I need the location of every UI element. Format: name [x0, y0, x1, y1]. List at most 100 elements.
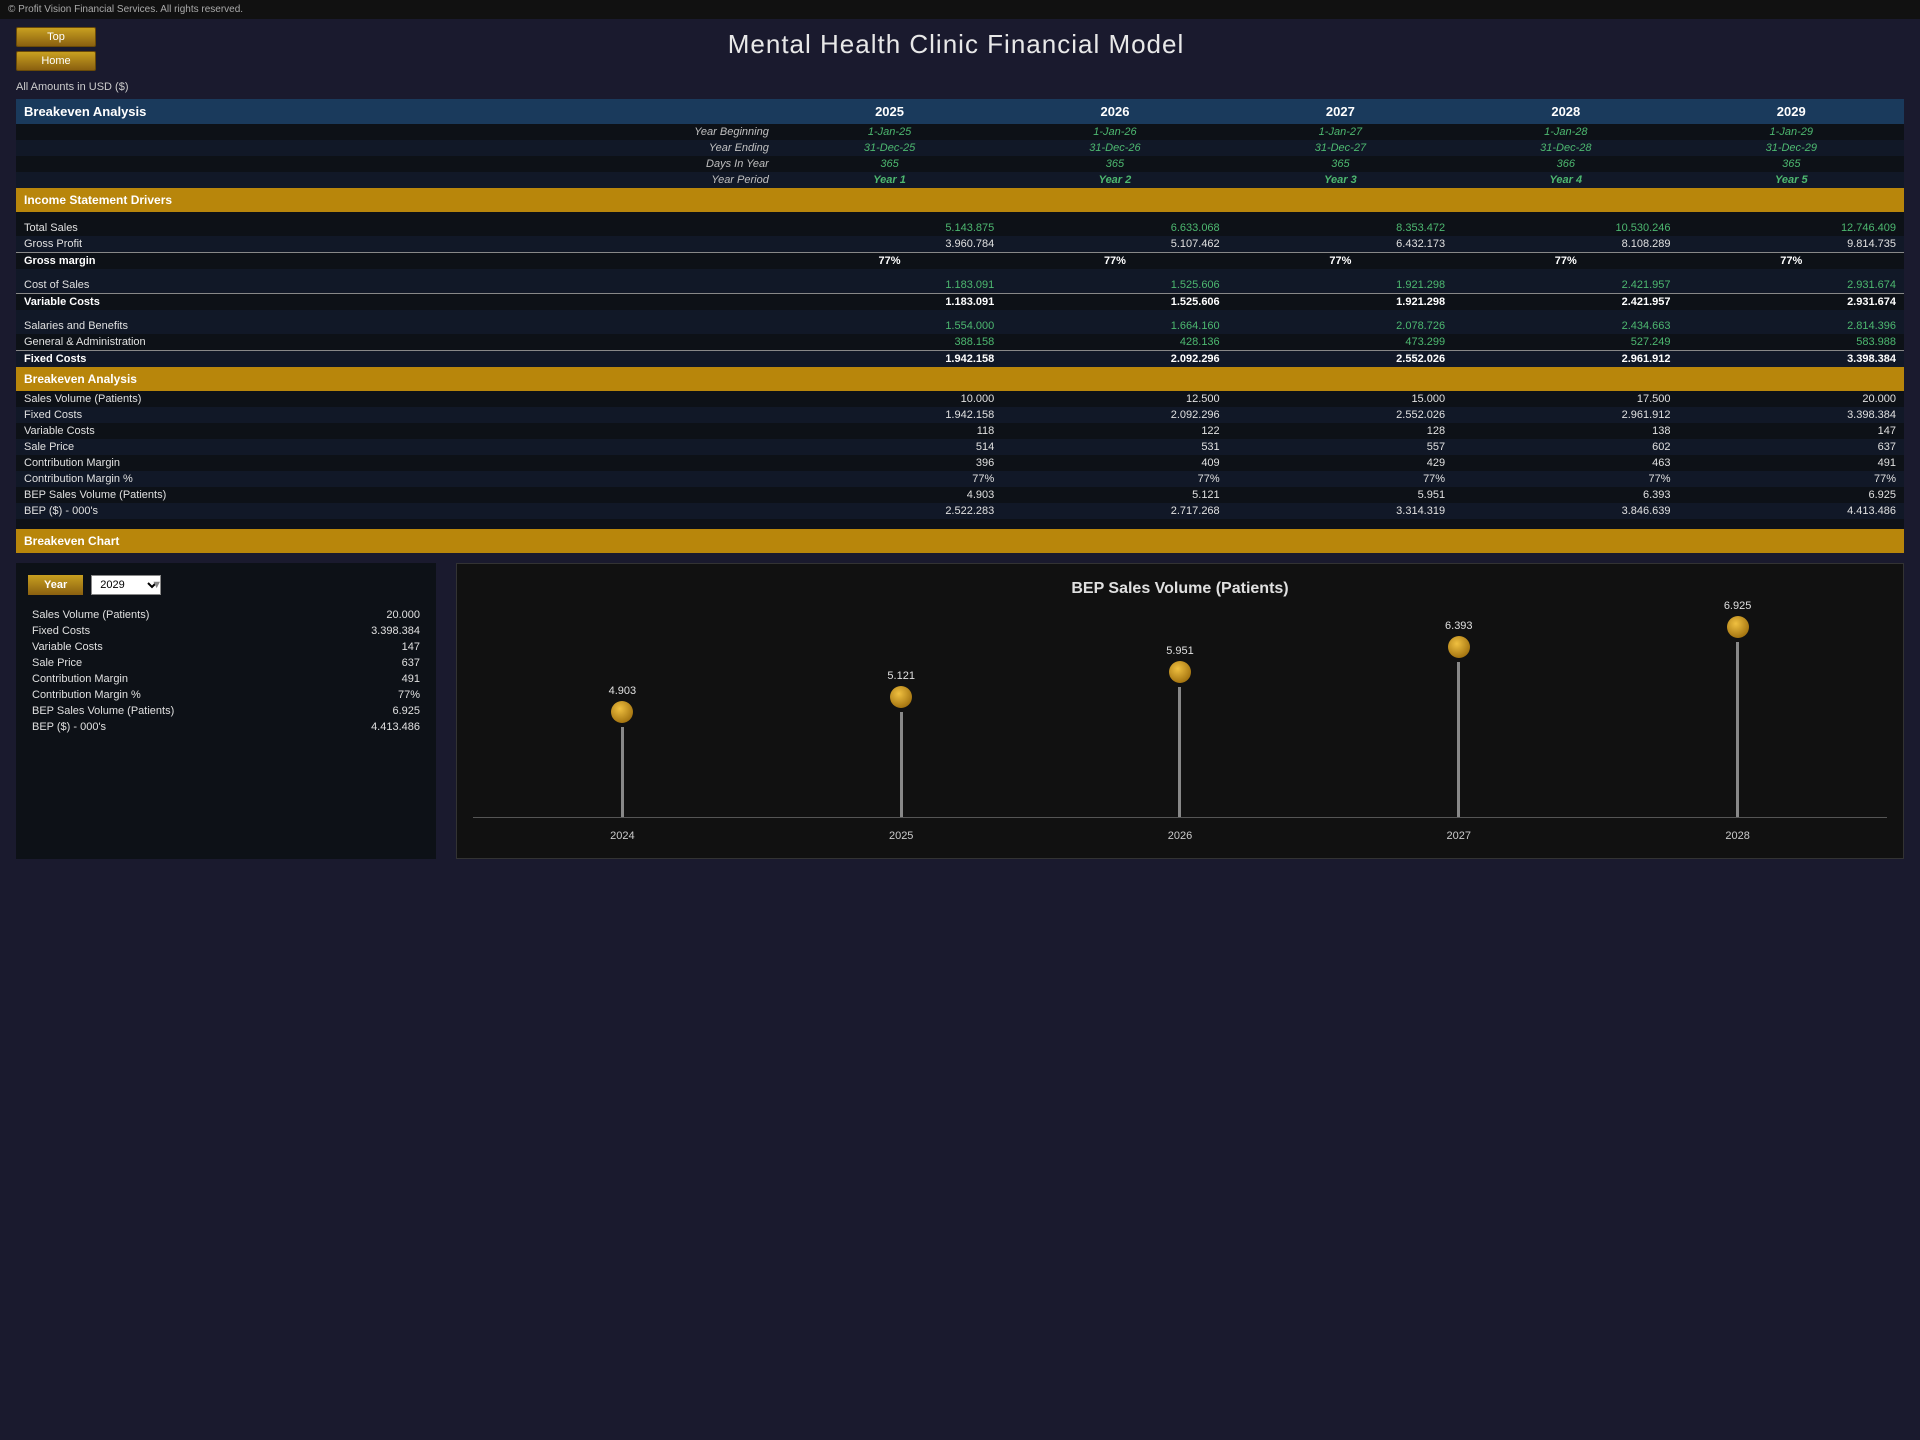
bep-dollar-2029: 4.413.486 [1679, 503, 1904, 519]
year-period-label: Year Period [16, 172, 777, 188]
cl-sp-label: Sale Price [28, 655, 315, 671]
bar-dot [1169, 661, 1191, 683]
breakeven-analysis-label: Breakeven Analysis [16, 367, 1904, 391]
bar-group: 6.925 [1724, 600, 1752, 817]
top-button[interactable]: Top [16, 27, 96, 47]
fixed-costs-2027: 2.552.026 [1228, 351, 1453, 368]
cl-fc-val: 3.398.384 [315, 623, 424, 639]
bep-sp-2026: 531 [1002, 439, 1227, 455]
cl-cm-val: 491 [315, 671, 424, 687]
year-ending-2029: 31-Dec-29 [1679, 140, 1904, 156]
salaries-2029: 2.814.396 [1679, 318, 1904, 334]
breakeven-header-label: Breakeven Analysis [16, 99, 777, 124]
chart-title: BEP Sales Volume (Patients) [473, 580, 1887, 598]
bep-dollar-row: BEP ($) - 000's 2.522.283 2.717.268 3.31… [16, 503, 1904, 519]
bar-value: 4.903 [609, 685, 637, 697]
cl-sp-val: 637 [315, 655, 424, 671]
salaries-2027: 2.078.726 [1228, 318, 1453, 334]
col-2026: 2026 [1002, 99, 1227, 124]
bep-vc-2029: 147 [1679, 423, 1904, 439]
year-ending-row: Year Ending 31-Dec-25 31-Dec-26 31-Dec-2… [16, 140, 1904, 156]
days-2025: 365 [777, 156, 1002, 172]
bar-chart: 4.9035.1215.9516.3936.925 [473, 618, 1887, 818]
bep-variable-costs-row: Variable Costs 118 122 128 138 147 [16, 423, 1904, 439]
period-2028: Year 4 [1453, 172, 1678, 188]
bep-svp-2026: 5.121 [1002, 487, 1227, 503]
bep-dollar-2026: 2.717.268 [1002, 503, 1227, 519]
fixed-costs-2025: 1.942.158 [777, 351, 1002, 368]
variable-costs-2026: 1.525.606 [1002, 294, 1227, 311]
gross-margin-2028: 77% [1453, 253, 1678, 270]
year-period-row: Year Period Year 1 Year 2 Year 3 Year 4 … [16, 172, 1904, 188]
variable-costs-2027: 1.921.298 [1228, 294, 1453, 311]
bep-sp-2028: 602 [1453, 439, 1678, 455]
spacer2 [16, 310, 1904, 318]
fixed-costs-2026: 2.092.296 [1002, 351, 1227, 368]
gross-margin-row: Gross margin 77% 77% 77% 77% 77% [16, 253, 1904, 270]
bep-sv-2029: 20.000 [1679, 391, 1904, 407]
bar-stem [900, 712, 903, 817]
bep-cm-2026: 409 [1002, 455, 1227, 471]
cost-of-sales-label: Cost of Sales [16, 277, 777, 294]
bep-fc-2027: 2.552.026 [1228, 407, 1453, 423]
cl-sv-label: Sales Volume (Patients) [28, 607, 315, 623]
cl-vc-val: 147 [315, 639, 424, 655]
variable-costs-label: Variable Costs [16, 294, 777, 311]
salaries-2026: 1.664.160 [1002, 318, 1227, 334]
year-ending-2028: 31-Dec-28 [1453, 140, 1678, 156]
bar-label: 2026 [1168, 830, 1192, 842]
chart-left-table: Sales Volume (Patients) 20.000 Fixed Cos… [28, 607, 424, 735]
income-header-label: Income Statement Drivers [16, 188, 1904, 212]
page-title: Mental Health Clinic Financial Model [112, 19, 1800, 64]
general-admin-label: General & Administration [16, 334, 777, 351]
period-2027: Year 3 [1228, 172, 1453, 188]
chart-right-panel: BEP Sales Volume (Patients) 4.903 5.121 5.… [456, 563, 1904, 859]
bep-svp-2027: 5.951 [1228, 487, 1453, 503]
year-label-button[interactable]: Year [28, 575, 83, 595]
bep-cm-2025: 396 [777, 455, 1002, 471]
cl-contribution-margin-pct-row: Contribution Margin % 77% [28, 687, 424, 703]
bep-sales-volume-row: Sales Volume (Patients) 10.000 12.500 15… [16, 391, 1904, 407]
bar-value: 5.121 [887, 670, 915, 682]
bep-fc-2029: 3.398.384 [1679, 407, 1904, 423]
bep-cm-label: Contribution Margin [16, 455, 777, 471]
gross-profit-2028: 8.108.289 [1453, 236, 1678, 253]
home-button[interactable]: Home [16, 51, 96, 71]
bep-contribution-margin-pct-row: Contribution Margin % 77% 77% 77% 77% 77… [16, 471, 1904, 487]
year-beginning-2027: 1-Jan-27 [1228, 124, 1453, 140]
bar-labels-row: 20242025202620272028 [473, 826, 1887, 842]
bep-sv-2028: 17.500 [1453, 391, 1678, 407]
year-beginning-2028: 1-Jan-28 [1453, 124, 1678, 140]
bar-dot [890, 686, 912, 708]
bep-fixed-costs-label: Fixed Costs [16, 407, 777, 423]
cl-bep-sales-volume-row: BEP Sales Volume (Patients) 6.925 [28, 703, 424, 719]
variable-costs-2029: 2.931.674 [1679, 294, 1904, 311]
total-sales-2028: 10.530.246 [1453, 220, 1678, 236]
salaries-row: Salaries and Benefits 1.554.000 1.664.16… [16, 318, 1904, 334]
bar-stem [1457, 662, 1460, 817]
cl-bdollar-val: 4.413.486 [315, 719, 424, 735]
col-2029: 2029 [1679, 99, 1904, 124]
bep-vc-2027: 128 [1228, 423, 1453, 439]
bar-group: 5.951 [1166, 645, 1194, 817]
cost-of-sales-2026: 1.525.606 [1002, 277, 1227, 294]
bep-fc-2026: 2.092.296 [1002, 407, 1227, 423]
cl-fc-label: Fixed Costs [28, 623, 315, 639]
bar-dot [1448, 636, 1470, 658]
copyright-text: © Profit Vision Financial Services. All … [8, 4, 243, 15]
year-beginning-row: Year Beginning 1-Jan-25 1-Jan-26 1-Jan-2… [16, 124, 1904, 140]
bep-vc-2026: 122 [1002, 423, 1227, 439]
gen-admin-2026: 428.136 [1002, 334, 1227, 351]
breakeven-chart-header-row: Breakeven Chart [16, 529, 1904, 553]
currency-note: All Amounts in USD ($) [0, 79, 1920, 99]
gross-profit-2027: 6.432.173 [1228, 236, 1453, 253]
year-ending-2025: 31-Dec-25 [777, 140, 1002, 156]
total-sales-2026: 6.633.068 [1002, 220, 1227, 236]
bep-sv-2027: 15.000 [1228, 391, 1453, 407]
fixed-costs-label: Fixed Costs [16, 351, 777, 368]
bar-group: 5.121 [887, 670, 915, 817]
bar-label: 2025 [889, 830, 913, 842]
bep-cm-2028: 463 [1453, 455, 1678, 471]
bep-fc-2028: 2.961.912 [1453, 407, 1678, 423]
salaries-label: Salaries and Benefits [16, 318, 777, 334]
